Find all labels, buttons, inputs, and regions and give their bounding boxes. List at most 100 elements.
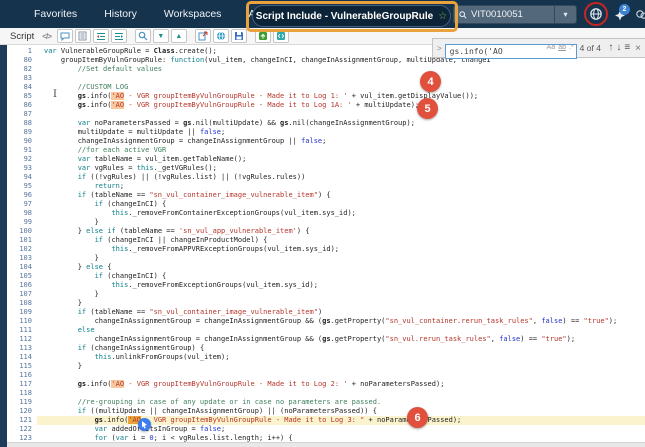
line-number: 99 bbox=[23, 218, 32, 226]
code-line[interactable]: 111 else bbox=[7, 326, 645, 335]
code-text: if (tableName == "sn_vul_container_image… bbox=[77, 308, 323, 316]
code-line[interactable]: 88 var noParametersPassed = gs.nil(multi… bbox=[7, 119, 645, 128]
regex-toggle[interactable]: .* bbox=[569, 44, 574, 51]
find-next-button[interactable]: ▼ bbox=[152, 29, 169, 43]
find-previous-icon[interactable]: ↑ bbox=[608, 43, 613, 53]
globe-button-toolbar[interactable] bbox=[212, 29, 229, 43]
code-line[interactable]: 84 //CUSTOM LOG bbox=[7, 83, 645, 92]
code-line[interactable]: 119 //re-grouping in case of any update … bbox=[7, 398, 645, 407]
comment-button[interactable] bbox=[56, 29, 73, 43]
code-line[interactable]: 121 gs.info('AO - VGR groupItemByVulnGro… bbox=[7, 416, 645, 425]
nav-item-workspaces[interactable]: Workspaces bbox=[164, 8, 222, 20]
line-number: 107 bbox=[19, 290, 32, 298]
chat-button[interactable] bbox=[631, 4, 645, 24]
save-button[interactable] bbox=[230, 29, 247, 43]
code-line[interactable]: 97 if (changeInCI) { bbox=[7, 200, 645, 209]
code-text: if (changeInCI || changeInProductModel) … bbox=[94, 236, 268, 244]
code-line[interactable]: 110 changeInAssignmentGroup = changeInAs… bbox=[7, 317, 645, 326]
code-line[interactable]: 95 return; bbox=[7, 182, 645, 191]
code-line[interactable]: 98 this._removeFromContainerExceptionGro… bbox=[7, 209, 645, 218]
line-number: 122 bbox=[19, 425, 32, 433]
nav-item-favorites[interactable]: Favorites bbox=[34, 8, 77, 20]
code-line[interactable]: 107 } bbox=[7, 290, 645, 299]
code-line[interactable]: 94 if ((!vgRules) || (!vgRules.list) || … bbox=[7, 173, 645, 182]
callout-badge-5: 5 bbox=[417, 98, 438, 119]
line-number: 105 bbox=[19, 272, 32, 280]
code-text: if (changeInCI) { bbox=[94, 272, 167, 280]
line-number: 114 bbox=[19, 353, 32, 361]
code-line[interactable]: 122 var addedOrVitsInGroup = false; bbox=[7, 425, 645, 434]
code-line[interactable]: 87 bbox=[7, 110, 645, 119]
nav-item-history[interactable]: History bbox=[104, 8, 137, 20]
code-line[interactable]: 117 gs.info('AO - VGR groupItemByVulnGro… bbox=[7, 380, 645, 389]
line-number: 101 bbox=[19, 236, 32, 244]
line-number: 120 bbox=[19, 407, 32, 415]
code-line[interactable]: 99 } bbox=[7, 218, 645, 227]
line-number: 119 bbox=[19, 398, 32, 406]
code-line[interactable]: 103 } bbox=[7, 254, 645, 263]
code-line[interactable]: 105 if (changeInCI) { bbox=[7, 272, 645, 281]
editor-bottom-scrollbar[interactable] bbox=[7, 442, 645, 447]
indent-button[interactable] bbox=[110, 29, 127, 43]
search-dropdown-button[interactable]: ▾ bbox=[554, 6, 576, 23]
find-result-count: 4 of 4 bbox=[579, 43, 601, 53]
code-editor[interactable]: 1 var VulnerableGroupRule = Class.create(… bbox=[7, 47, 645, 447]
code-line[interactable]: 93 var vgRules = this._getVGRules(); bbox=[7, 164, 645, 173]
code-line[interactable]: 91 //for each active VGR bbox=[7, 146, 645, 155]
notifications-button[interactable]: 2 bbox=[610, 4, 630, 24]
record-title-pill[interactable]: Script Include - VulnerableGroupRule ☆ bbox=[252, 5, 451, 27]
code-line[interactable]: 100 } else if (tableName == 'sn_vul_app_… bbox=[7, 227, 645, 236]
code-line[interactable]: 115 } bbox=[7, 362, 645, 371]
whole-word-toggle[interactable]: ab bbox=[558, 44, 566, 51]
document-button[interactable] bbox=[74, 29, 91, 43]
code-line[interactable]: 102 this._removeFromAPPVRExceptionGroups… bbox=[7, 245, 645, 254]
line-number: 87 bbox=[23, 110, 32, 118]
code-text: this._removeFromContainerExceptionGroups… bbox=[111, 209, 356, 217]
code-text: } else if (tableName == 'sn_vul_app_vuln… bbox=[44, 227, 310, 235]
find-menu-icon[interactable]: ≡ bbox=[624, 43, 630, 53]
search-button[interactable] bbox=[134, 29, 151, 43]
export-button[interactable] bbox=[194, 29, 211, 43]
api-button[interactable] bbox=[272, 29, 289, 43]
favorite-star-icon[interactable]: ☆ bbox=[438, 11, 447, 22]
code-icon: </> bbox=[42, 31, 52, 41]
match-case-toggle[interactable]: Aa bbox=[547, 44, 556, 51]
code-line[interactable]: 86 gs.info('AO - VGR groupItemByVulnGrou… bbox=[7, 101, 645, 110]
document-icon bbox=[78, 31, 87, 41]
code-line[interactable]: 101 if (changeInCI || changeInProductMod… bbox=[7, 236, 645, 245]
find-next-icon[interactable]: ↓ bbox=[616, 43, 621, 53]
code-line[interactable]: 104 } else { bbox=[7, 263, 645, 272]
code-text: var vgRules = this._getVGRules(); bbox=[77, 164, 217, 172]
code-line[interactable]: 112 changeInAssignmentGroup = changeInAs… bbox=[7, 335, 645, 344]
outdent-button[interactable] bbox=[92, 29, 109, 43]
code-text: //Set default values bbox=[44, 65, 163, 73]
code-line[interactable]: 106 this._removeFromExceptionGroups(vul_… bbox=[7, 281, 645, 290]
code-line[interactable]: 92 var tableName = vul_item.getTableName… bbox=[7, 155, 645, 164]
code-line[interactable]: 114 this.unlinkFromGroups(vul_item); bbox=[7, 353, 645, 362]
nav-menu: Favorites History Workspaces Admin bbox=[0, 8, 278, 20]
global-search[interactable]: VIT0010051 ▾ bbox=[453, 5, 577, 24]
code-line[interactable]: 82 //Set default values bbox=[7, 65, 645, 74]
code-text: changeInAssignmentGroup = changeInAssign… bbox=[44, 137, 327, 145]
code-line[interactable]: 83 bbox=[7, 74, 645, 83]
code-line[interactable]: 118 bbox=[7, 389, 645, 398]
line-number: 94 bbox=[23, 173, 32, 181]
find-close-icon[interactable]: × bbox=[635, 43, 641, 54]
line-number: 83 bbox=[23, 74, 32, 82]
line-number: 113 bbox=[19, 344, 32, 352]
find-prev-button[interactable]: ▲ bbox=[170, 29, 187, 43]
code-line[interactable]: 113 if (changeInAssignmentGroup) { bbox=[7, 344, 645, 353]
sync-button[interactable] bbox=[254, 29, 271, 43]
code-line[interactable]: 90 changeInAssignmentGroup = changeInAss… bbox=[7, 137, 645, 146]
code-line[interactable]: 109 if (tableName == "sn_vul_container_i… bbox=[7, 308, 645, 317]
code-line[interactable]: 85 gs.info('AO - VGR groupItemByVulnGrou… bbox=[7, 92, 645, 101]
code-line[interactable]: 89 multiUpdate = multiUpdate || false; bbox=[7, 128, 645, 137]
code-line[interactable]: 96 if (tableName == "sn_vul_container_im… bbox=[7, 191, 645, 200]
code-line[interactable]: 116 bbox=[7, 371, 645, 380]
find-expand-toggle[interactable]: > bbox=[437, 44, 442, 53]
code-text: //CUSTOM LOG bbox=[44, 83, 129, 91]
code-line[interactable]: 108 } bbox=[7, 299, 645, 308]
code-line[interactable]: 120 if ((multiUpdate || changeInAssignme… bbox=[7, 407, 645, 416]
globe-button[interactable] bbox=[586, 4, 606, 24]
